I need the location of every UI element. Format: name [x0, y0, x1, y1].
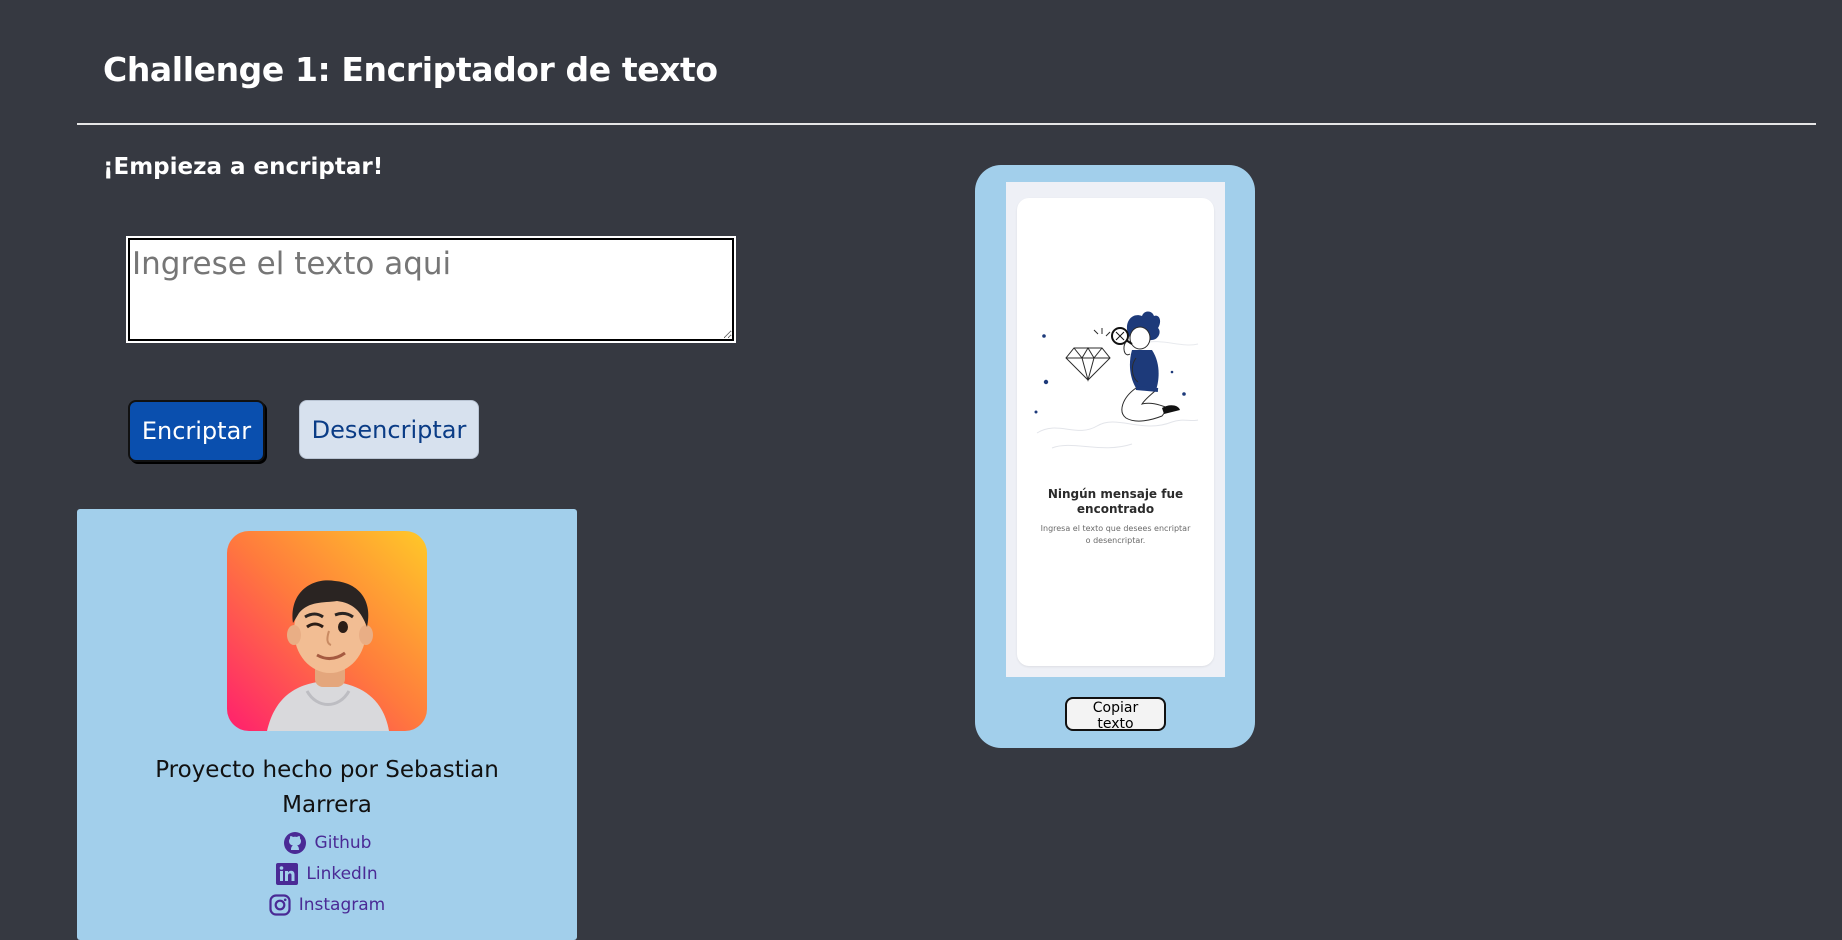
output-card: Ningún mensaje fue encontrado Ingresa el… — [975, 165, 1255, 748]
section-subtitle: ¡Empieza a encriptar! — [103, 154, 384, 180]
encrypt-button[interactable]: Encriptar — [128, 400, 265, 462]
linkedin-label: LinkedIn — [306, 863, 378, 884]
github-label: Github — [314, 832, 372, 853]
instagram-link[interactable]: Instagram — [269, 889, 386, 920]
empty-state-title: Ningún mensaje fue encontrado — [1047, 487, 1184, 516]
header-divider — [77, 123, 1816, 125]
linkedin-icon — [276, 862, 299, 885]
linkedin-link[interactable]: LinkedIn — [276, 858, 378, 889]
author-name: Proyecto hecho por Sebastian Marrera — [155, 757, 499, 818]
output-panel: Ningún mensaje fue encontrado Ingresa el… — [1017, 198, 1214, 666]
github-link[interactable]: Github — [283, 827, 372, 858]
page: Challenge 1: Encriptador de texto ¡Empie… — [0, 0, 1842, 940]
copy-button[interactable]: Copiar texto — [1065, 697, 1166, 732]
github-icon — [283, 831, 306, 854]
page-title: Challenge 1: Encriptador de texto — [103, 50, 718, 89]
instagram-label: Instagram — [298, 894, 386, 915]
avatar-memoji-icon — [227, 531, 427, 731]
profile-card: Proyecto hecho por Sebastian Marrera Git… — [77, 509, 577, 940]
search-illustration-icon — [1034, 311, 1199, 449]
empty-state-description: Ingresa el texto que desees encriptar o … — [1040, 524, 1191, 545]
decrypt-button[interactable]: Desencriptar — [299, 400, 479, 459]
output-screen: Ningún mensaje fue encontrado Ingresa el… — [1006, 182, 1225, 677]
social-links: Github LinkedIn Instagram — [77, 827, 577, 920]
instagram-icon — [269, 893, 291, 916]
avatar — [227, 531, 427, 731]
text-input[interactable] — [126, 236, 736, 343]
